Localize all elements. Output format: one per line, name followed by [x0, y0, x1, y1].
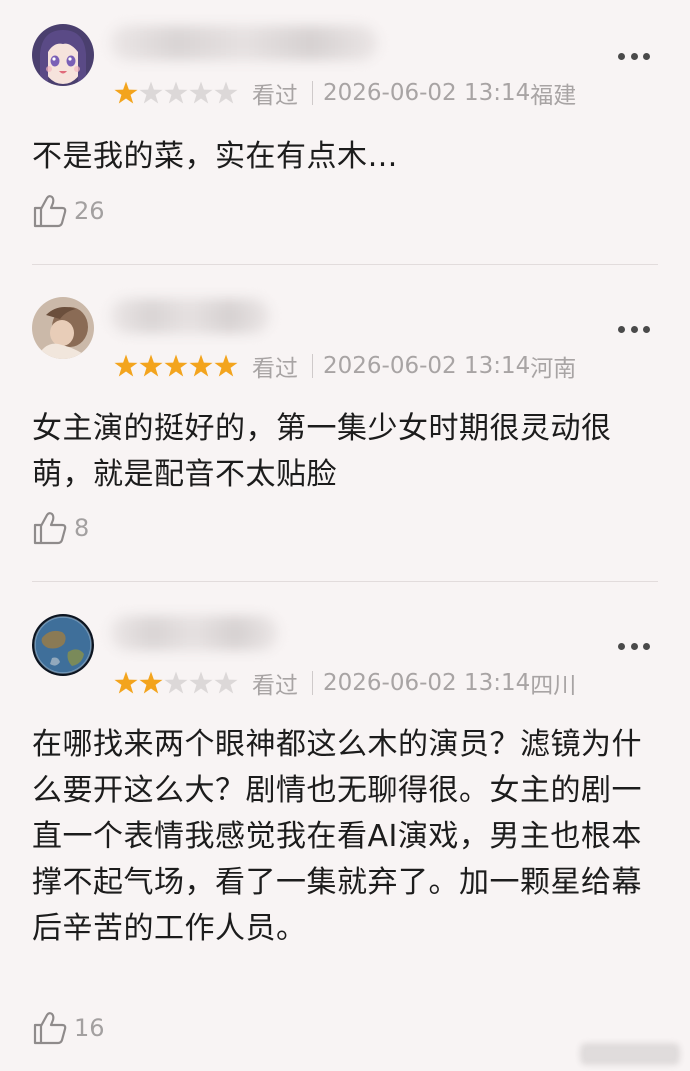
star-icon [189, 354, 213, 377]
star-icon [139, 671, 163, 694]
star-icon [164, 354, 188, 377]
divider [312, 81, 313, 105]
thumbs-up-icon [33, 195, 67, 228]
star-icon [164, 671, 188, 694]
review-card: ████ 看过 2026-06-02 13:14 福建 不是我的菜，实在有点木…… [32, 0, 658, 264]
username[interactable]: ████ [110, 26, 378, 60]
review-location: 四川 [530, 673, 577, 699]
review-datetime: 2026-06-02 13:14 [323, 80, 531, 106]
review-text: 女主演的挺好的，第一集少女时期很灵动很萌，就是配音不太贴脸 [32, 411, 612, 492]
star-icon [214, 354, 238, 377]
watch-status: 看过 [252, 673, 298, 699]
photo-avatar-icon [32, 297, 94, 359]
star-icon [114, 671, 138, 694]
like-count: 8 [74, 514, 90, 542]
review-datetime: 2026-06-02 13:14 [323, 670, 531, 696]
review-location: 福建 [530, 83, 577, 109]
earth-avatar-icon [32, 614, 94, 676]
thumbs-up-icon [33, 1012, 67, 1045]
watermark [580, 1043, 680, 1065]
star-icon [214, 671, 238, 694]
thumbs-up-icon [33, 512, 67, 545]
divider [312, 671, 313, 695]
star-rating [114, 671, 238, 695]
review-location: 河南 [530, 356, 577, 382]
like-count: 16 [74, 1014, 105, 1042]
star-icon [114, 354, 138, 377]
avatar[interactable] [32, 24, 94, 86]
star-icon [189, 81, 213, 104]
star-icon [114, 81, 138, 104]
watch-status: 看过 [252, 356, 298, 382]
like-button[interactable]: 26 [32, 193, 105, 229]
like-button[interactable]: 8 [32, 510, 89, 546]
more-options-icon[interactable] [618, 326, 650, 334]
like-count: 26 [74, 197, 105, 225]
more-options-icon[interactable] [618, 53, 650, 61]
like-button[interactable]: 16 [32, 1010, 105, 1046]
review-meta: 看过 2026-06-02 13:14 四川 [114, 668, 577, 699]
watch-status: 看过 [252, 83, 298, 109]
star-icon [189, 671, 213, 694]
star-rating [114, 354, 238, 378]
review-meta: 看过 2026-06-02 13:14 河南 [114, 351, 577, 382]
username[interactable]: ████ [110, 299, 270, 333]
more-options-icon[interactable] [618, 643, 650, 651]
review-text: 不是我的菜，实在有点木… [32, 139, 398, 174]
star-icon [139, 354, 163, 377]
username[interactable]: ████ [110, 616, 278, 650]
star-icon [139, 81, 163, 104]
avatar[interactable] [32, 297, 94, 359]
divider [312, 354, 313, 378]
review-meta: 看过 2026-06-02 13:14 福建 [114, 78, 577, 109]
review-card: ████ 看过 2026-06-02 13:14 河南 女主演的挺好的，第一集少… [32, 264, 658, 581]
avatar[interactable] [32, 614, 94, 676]
review-datetime: 2026-06-02 13:14 [323, 353, 531, 379]
star-icon [214, 81, 238, 104]
star-icon [164, 81, 188, 104]
anime-girl-avatar-icon [32, 24, 94, 86]
review-text: 在哪找来两个眼神都这么木的演员？滤镜为什么要开这么大？剧情也无聊得很。女主的剧一… [32, 727, 642, 946]
star-rating [114, 81, 238, 105]
review-card: ████ 看过 2026-06-02 13:14 四川 在哪找来两个眼神都这么木… [32, 581, 658, 1071]
